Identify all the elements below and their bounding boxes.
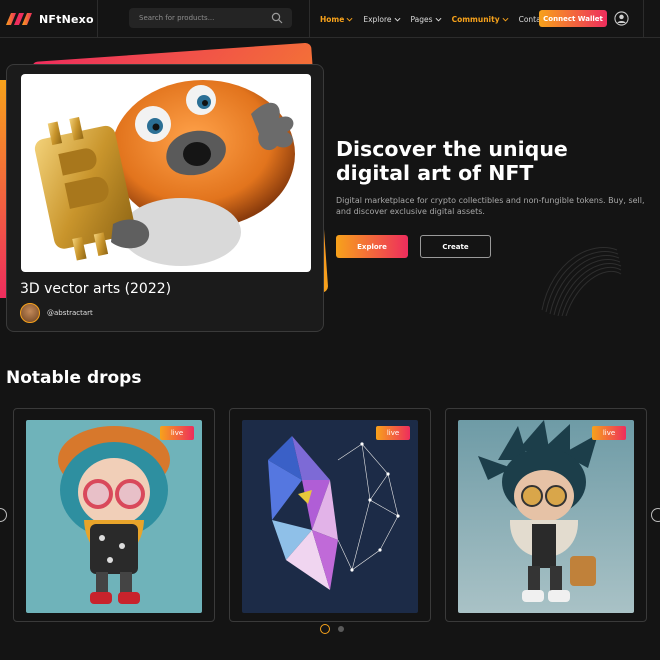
search-input[interactable]	[139, 11, 259, 25]
hero-description: Digital marketplace for crypto collectib…	[336, 196, 645, 216]
avatar[interactable]	[20, 303, 40, 323]
drop-card[interactable]: live	[229, 408, 431, 622]
explore-button[interactable]: Explore	[336, 235, 408, 258]
nav-explore[interactable]: Explore	[363, 15, 400, 24]
featured-nft-image[interactable]	[21, 74, 311, 272]
featured-nft-title[interactable]: 3D vector arts (2022)	[20, 281, 171, 297]
create-button[interactable]: Create	[420, 235, 491, 258]
nav-community-label: Community	[451, 14, 500, 24]
carousel-dot-active[interactable]	[320, 624, 330, 634]
carousel-dot[interactable]	[338, 626, 344, 632]
featured-nft-card[interactable]: 3D vector arts (2022) @abstractart	[6, 64, 324, 332]
chevron-down-icon	[346, 17, 353, 21]
boy-character-illustration	[478, 420, 598, 602]
user-icon[interactable]	[614, 11, 629, 26]
top-header: NFtNexo Home Explore Pages Community	[0, 0, 660, 38]
hero-heading-line1: Discover the unique	[336, 137, 568, 161]
nav-home-label: Home	[320, 14, 345, 24]
girl-character-illustration	[58, 426, 170, 604]
main-nav: Home Explore Pages Community Contact	[320, 0, 558, 38]
bird-bitcoin-illustration	[34, 80, 295, 266]
nav-pages[interactable]: Pages	[411, 15, 442, 24]
logo-text: NFtNexo	[39, 12, 94, 26]
wolf-polygon-illustration	[268, 436, 400, 590]
search-area	[98, 0, 310, 38]
header-divider	[643, 0, 644, 38]
notable-drops-title: Notable drops	[6, 368, 142, 388]
drop-image[interactable]	[242, 420, 418, 613]
logo-mark-icon	[6, 13, 32, 25]
decorative-swirl	[541, 247, 622, 316]
drop-card[interactable]: live	[445, 408, 647, 622]
carousel-next-button[interactable]	[651, 508, 660, 522]
nav-explore-label: Explore	[363, 14, 392, 24]
live-badge: live	[592, 426, 626, 440]
live-badge: live	[376, 426, 410, 440]
hero-heading: Discover the unique digital art of NFT	[336, 137, 656, 185]
nav-home[interactable]: Home	[320, 15, 353, 24]
search-box[interactable]	[129, 8, 292, 28]
drop-card[interactable]: live	[13, 408, 215, 622]
hero-heading-line2: digital art of NFT	[336, 161, 534, 185]
nav-pages-label: Pages	[410, 14, 433, 24]
nav-community[interactable]: Community	[452, 15, 509, 24]
chevron-down-icon	[394, 17, 400, 21]
drop-image[interactable]	[458, 420, 634, 613]
search-icon[interactable]	[271, 12, 283, 24]
drop-image[interactable]	[26, 420, 202, 613]
live-badge: live	[160, 426, 194, 440]
chevron-down-icon	[435, 17, 442, 21]
featured-nft-author[interactable]: @abstractart	[47, 309, 93, 317]
connect-wallet-button[interactable]: Connect Wallet	[539, 10, 607, 27]
chevron-down-icon	[502, 17, 509, 21]
logo[interactable]: NFtNexo	[0, 0, 98, 38]
carousel-prev-button[interactable]	[0, 508, 7, 522]
